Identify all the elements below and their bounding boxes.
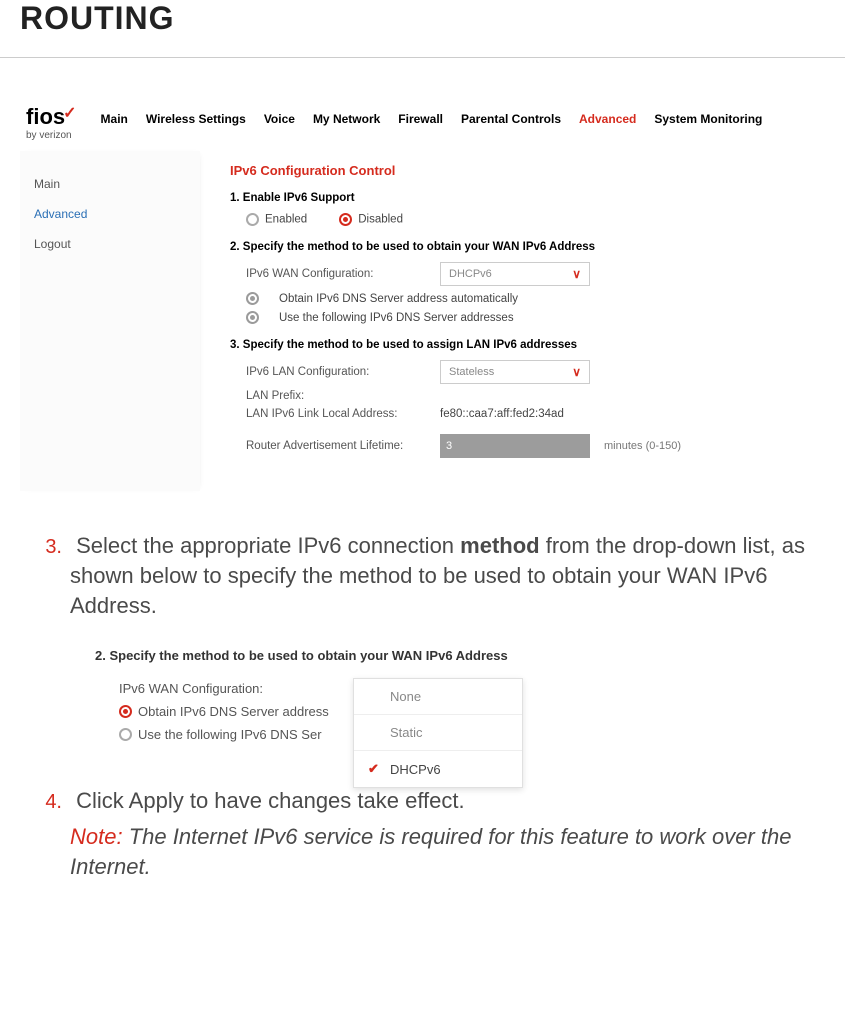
page-heading: ROUTING <box>0 0 845 58</box>
dropdown-option-none[interactable]: None <box>354 679 522 715</box>
lan-config-label: IPv6 LAN Configuration: <box>246 366 426 378</box>
dropdown-option-dhcpv6[interactable]: ✔ DHCPv6 <box>354 751 522 787</box>
sidebar: Main Advanced Logout <box>20 151 200 491</box>
nav-advanced[interactable]: Advanced <box>579 112 636 126</box>
enabled-radio[interactable] <box>246 213 259 226</box>
nav-voice[interactable]: Voice <box>264 112 295 126</box>
step1-heading: 1. Enable IPv6 Support <box>230 192 825 204</box>
panel-title: IPv6 Configuration Control <box>230 163 825 178</box>
nav-parental-controls[interactable]: Parental Controls <box>461 112 561 126</box>
check-icon: ✔ <box>368 761 382 777</box>
nav-main[interactable]: Main <box>101 112 128 126</box>
ra-lifetime-units: minutes (0-150) <box>604 440 681 452</box>
wan-config-value: DHCPv6 <box>449 268 492 280</box>
shot2-dns-auto-label: Obtain IPv6 DNS Server address <box>138 704 329 719</box>
step3-text-a: Select the appropriate IPv6 connection <box>76 533 460 558</box>
nav-wireless-settings[interactable]: Wireless Settings <box>146 112 246 126</box>
nav-my-network[interactable]: My Network <box>313 112 380 126</box>
nav-firewall[interactable]: Firewall <box>398 112 443 126</box>
dropdown-option-static[interactable]: Static <box>354 715 522 751</box>
enabled-label: Enabled <box>265 214 307 226</box>
step-number-3: 3. <box>30 534 62 561</box>
nav-system-monitoring[interactable]: System Monitoring <box>654 112 762 126</box>
step-number-4: 4. <box>30 789 62 816</box>
dns-auto-label: Obtain IPv6 DNS Server address automatic… <box>279 293 518 305</box>
dns-auto-radio[interactable] <box>246 292 259 305</box>
shot2-dns-manual-label: Use the following IPv6 DNS Ser <box>138 727 322 742</box>
step3-bold: method <box>460 533 539 558</box>
wan-dropdown-screenshot: 2. Specify the method to be used to obta… <box>95 648 615 746</box>
chevron-down-icon: ∨ <box>572 267 581 281</box>
dns-manual-label: Use the following IPv6 DNS Server addres… <box>279 312 514 324</box>
shot2-heading: 2. Specify the method to be used to obta… <box>95 648 615 663</box>
note: Note: The Internet IPv6 service is requi… <box>70 822 815 881</box>
dns-manual-radio[interactable] <box>246 311 259 324</box>
logo-text: fios <box>26 104 65 129</box>
opt-static-label: Static <box>390 725 423 740</box>
opt-dhcpv6-label: DHCPv6 <box>390 762 441 777</box>
router-admin-screenshot: fios✓ by verizon Main Wireless Settings … <box>20 98 825 491</box>
lan-link-label: LAN IPv6 Link Local Address: <box>246 408 426 420</box>
opt-none-label: None <box>390 689 421 704</box>
lan-link-value: fe80::caa7:aff:fed2:34ad <box>440 408 564 420</box>
ra-lifetime-input[interactable] <box>440 434 590 458</box>
ipv6-config-panel: IPv6 Configuration Control 1. Enable IPv… <box>200 151 825 491</box>
sidebar-item-main[interactable]: Main <box>34 169 200 199</box>
disabled-radio[interactable] <box>339 213 352 226</box>
lan-prefix-label: LAN Prefix: <box>246 390 426 402</box>
sidebar-item-logout[interactable]: Logout <box>34 229 200 259</box>
shot2-dns-auto-radio[interactable] <box>119 705 132 718</box>
step3-heading: 3. Specify the method to be used to assi… <box>230 339 825 351</box>
step4-text: Click Apply to have changes take effect. <box>76 788 465 813</box>
top-nav: Main Wireless Settings Voice My Network … <box>101 106 763 126</box>
instruction-step-4: 4. Click Apply to have changes take effe… <box>70 786 815 816</box>
disabled-label: Disabled <box>358 214 403 226</box>
note-label: Note: <box>70 824 123 849</box>
sidebar-item-advanced[interactable]: Advanced <box>34 199 200 229</box>
wan-config-select[interactable]: DHCPv6 ∨ <box>440 262 590 286</box>
fios-logo: fios✓ by verizon <box>20 106 87 141</box>
chevron-down-icon: ∨ <box>572 365 581 379</box>
note-text: The Internet IPv6 service is required fo… <box>70 824 791 879</box>
ra-lifetime-label: Router Advertisement Lifetime: <box>246 440 426 452</box>
check-icon: ✓ <box>63 105 76 122</box>
logo-subtext: by verizon <box>26 130 79 141</box>
wan-config-label: IPv6 WAN Configuration: <box>246 268 426 280</box>
instruction-step-3: 3. Select the appropriate IPv6 connectio… <box>70 531 815 620</box>
shot2-dns-manual-radio[interactable] <box>119 728 132 741</box>
shot2-wan-label: IPv6 WAN Configuration: <box>119 681 329 696</box>
lan-config-select[interactable]: Stateless ∨ <box>440 360 590 384</box>
step2-heading: 2. Specify the method to be used to obta… <box>230 241 825 253</box>
wan-config-dropdown-open: None Static ✔ DHCPv6 <box>353 678 523 788</box>
lan-config-value: Stateless <box>449 366 494 378</box>
